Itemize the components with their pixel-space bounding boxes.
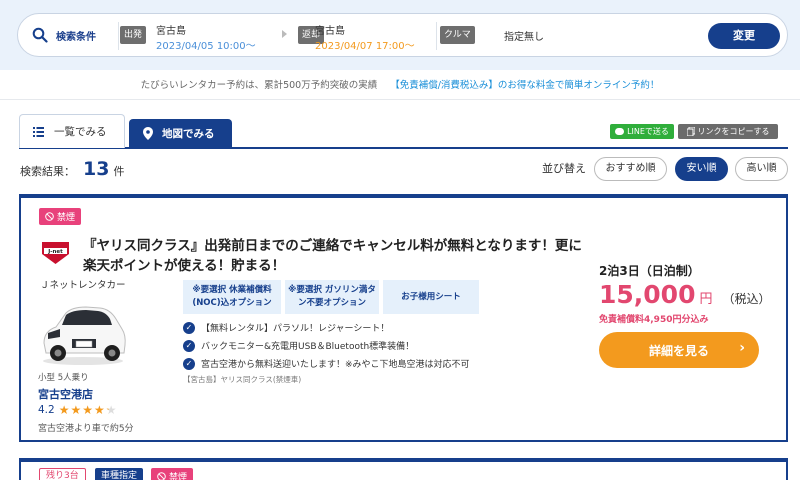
depart-datetime: 2023/04/05 10:00〜 <box>156 41 256 52</box>
feature-text: 【無料レンタル】パラソル！レジャーシート！ <box>201 324 390 334</box>
sort-expensive-button[interactable]: 高い順 <box>735 157 788 181</box>
badge-label: 禁煙 <box>57 213 76 223</box>
return-place: 宮古島 <box>315 26 345 37</box>
feature-item: ✓ 【無料レンタル】パラソル！レジャーシート！ <box>183 321 389 334</box>
return-datetime: 2023/04/07 17:00〜 <box>315 41 415 52</box>
price-tax: （税込） <box>722 292 771 306</box>
results-prefix: 検索結果： <box>20 165 75 178</box>
company-name: Ｊネットレンタカー <box>40 280 126 291</box>
feature-item: ✓ 宮古空港から無料送迎いたします！※みやこ下地島空港は対応不可 <box>183 357 470 370</box>
view-details-button[interactable]: 詳細を見る › <box>599 332 759 368</box>
tab-list-label: 一覧でみる <box>54 126 107 138</box>
tab-map-view[interactable]: 地図でみる <box>129 119 232 148</box>
search-conditions[interactable]: 検索条件 <box>32 27 96 43</box>
no-smoking-badge: 禁煙 <box>39 208 82 225</box>
results-suffix: 件 <box>113 165 125 178</box>
divider <box>436 22 437 50</box>
rating: 4.2 ★ ★ ★ ★ ★ <box>38 404 117 416</box>
line-icon <box>615 128 625 135</box>
search-bar: 検索条件 出発 宮古島 2023/04/05 10:00〜 返却 宮古島 202… <box>17 13 788 57</box>
sort-label: 並び替え <box>542 162 586 175</box>
tab-map-label: 地図でみる <box>162 128 215 140</box>
badge-label: 禁煙 <box>169 473 188 480</box>
copy-link-button[interactable]: リンクをコピーする <box>678 124 778 139</box>
search-icon <box>32 27 48 43</box>
search-conditions-label: 検索条件 <box>56 31 96 43</box>
star-icon: ★ <box>58 403 70 417</box>
change-button[interactable]: 変更 <box>708 23 780 49</box>
chevron-right-icon: › <box>739 340 745 356</box>
car-value: 指定無し <box>504 32 544 43</box>
feature-text: バックモニター&充電用USB＆Bluetooth標準装備！ <box>201 342 415 352</box>
plan-title[interactable]: 『ヤリス同クラス』出発前日までのご連絡でキャンセル料が無料となります！更に楽天ポ… <box>83 236 583 276</box>
line-share-button[interactable]: LINEで送る <box>610 124 674 139</box>
search-header: 検索条件 出発 宮古島 2023/04/05 10:00〜 返却 宮古島 202… <box>0 0 800 70</box>
tab-list-view[interactable]: 一覧でみる <box>19 114 125 148</box>
star-icon: ★ <box>70 403 82 417</box>
depart-place: 宮古島 <box>156 26 186 37</box>
promo-banner: たびらいレンタカー予約は、累計500万予約突破の実績 【免責補償/消費税込み】の… <box>0 77 800 91</box>
plan-note: 【宮古島】ヤリス同クラス(禁煙車) <box>183 375 302 384</box>
rental-plan-card: 禁煙 J-net 『ヤリス同クラス』出発前日までのご連絡でキャンセル料が無料とな… <box>19 194 788 442</box>
jnet-logo: J-net <box>42 242 69 264</box>
shop-name-link[interactable]: 宮古空港店 <box>38 386 93 402</box>
promo-text: たびらいレンタカー予約は、累計500万予約突破の実績 <box>140 80 378 91</box>
results-number: 13 <box>83 158 110 180</box>
half-star-icon: ★ <box>105 403 117 417</box>
check-icon: ✓ <box>183 339 195 352</box>
divider <box>0 99 800 100</box>
promo-link[interactable]: 【免責補償/消費税込み】のお得な料金で簡単オンライン予約！ <box>390 80 659 91</box>
no-smoking-icon <box>45 212 54 221</box>
star-rating: ★ ★ ★ ★ ★ <box>59 404 117 416</box>
arrow-right-icon <box>282 30 287 38</box>
access-info: 宮古空港より車で約5分 <box>38 424 134 434</box>
rental-plan-card: 残り3台 車種指定 禁煙 <box>19 458 788 480</box>
feature-item: ✓ バックモニター&充電用USB＆Bluetooth標準装備！ <box>183 339 414 352</box>
option-child-seat: お子様用シート <box>383 280 479 314</box>
view-details-label: 詳細を見る <box>648 343 709 358</box>
option-noc: ※要選択 休業補償料(NOC)込オプション <box>183 280 281 314</box>
car-class: 小型 5人乗り <box>38 373 89 383</box>
price: 15,000 円 （税込） <box>599 280 771 309</box>
price-currency: 円 <box>699 292 713 307</box>
no-smoking-icon <box>157 472 166 480</box>
car-tag: クルマ <box>440 26 475 44</box>
copy-link-label: リンクをコピーする <box>697 127 770 136</box>
star-icon: ★ <box>82 403 93 417</box>
price-note: 免責補償料4,950円分込み <box>599 315 709 325</box>
sort-recommended-button[interactable]: おすすめ順 <box>594 157 667 181</box>
map-pin-icon <box>143 127 153 140</box>
copy-icon <box>686 127 695 136</box>
sort-cheapest-button[interactable]: 安い順 <box>675 157 728 181</box>
rating-value: 4.2 <box>38 404 55 416</box>
star-icon: ★ <box>94 403 105 417</box>
line-share-label: LINEで送る <box>627 127 669 136</box>
check-icon: ✓ <box>183 357 195 370</box>
tab-underline <box>19 147 788 149</box>
svg-text:J-net: J-net <box>47 249 63 255</box>
feature-text: 宮古空港から無料送迎いたします！※みやこ下地島空港は対応不可 <box>201 360 470 370</box>
model-specified-badge: 車種指定 <box>95 468 144 480</box>
car-image <box>43 306 126 365</box>
no-smoking-badge: 禁煙 <box>151 468 194 480</box>
divider <box>118 22 119 50</box>
option-fuel: ※要選択 ガソリン満タン不要オプション <box>285 280 379 314</box>
list-icon <box>33 126 44 137</box>
plan-duration: 2泊3日（日泊制） <box>599 264 700 278</box>
depart-tag: 出発 <box>120 26 147 44</box>
search-results-count: 検索結果： 13 件 <box>20 158 124 180</box>
check-icon: ✓ <box>183 321 195 334</box>
price-amount: 15,000 <box>599 280 696 309</box>
remaining-badge: 残り3台 <box>39 468 86 480</box>
